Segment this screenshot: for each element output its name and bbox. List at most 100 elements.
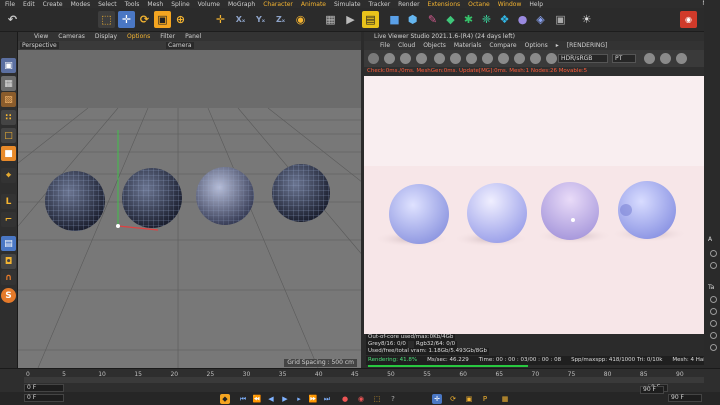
live-viewer-menu-item[interactable]: ▸: [556, 42, 559, 49]
tonemap-icon[interactable]: [644, 53, 655, 64]
select-tool-icon[interactable]: ⬚: [98, 11, 115, 28]
model-mode-icon[interactable]: ▦: [1, 76, 16, 91]
stop-render-icon[interactable]: [416, 53, 427, 64]
compare-icon[interactable]: [676, 53, 687, 64]
y-axis-icon[interactable]: Yₓ: [252, 11, 269, 28]
max-frame-field[interactable]: 90 F: [668, 394, 702, 402]
menu-item-modes[interactable]: Modes: [71, 1, 90, 8]
pick-material-icon[interactable]: [466, 53, 477, 64]
sphere-4[interactable]: [272, 164, 330, 222]
polygons-mode-icon[interactable]: ■: [1, 146, 16, 161]
magnet-icon[interactable]: ∩: [1, 270, 16, 285]
menu-item-tracker[interactable]: Tracker: [369, 1, 391, 8]
uv-mode-icon[interactable]: ⌖: [1, 168, 16, 183]
live-viewer-menu-item[interactable]: Cloud: [398, 42, 415, 49]
save-image-icon[interactable]: [514, 53, 525, 64]
octane-toolbar-icon[interactable]: ▤: [362, 11, 379, 28]
pause-render-icon[interactable]: [400, 53, 411, 64]
render-view[interactable]: [364, 76, 720, 334]
menu-item-mograph[interactable]: MoGraph: [228, 1, 255, 8]
current-frame-field[interactable]: 0 F: [24, 384, 64, 392]
next-frame-icon[interactable]: ▸: [294, 394, 304, 404]
mograph-icon[interactable]: ❖: [496, 11, 513, 28]
menu-item-volume[interactable]: Volume: [198, 1, 220, 8]
colorspace-select[interactable]: HDR/sRGB: [558, 54, 608, 63]
cube-icon[interactable]: ■: [386, 11, 403, 28]
live-viewer-menu-item[interactable]: Compare: [489, 42, 516, 49]
viewport-menu-panel[interactable]: Panel: [185, 33, 201, 40]
camera-icon[interactable]: ▣: [552, 11, 569, 28]
sphere-2[interactable]: [122, 168, 182, 228]
move-snap-icon[interactable]: ✛: [212, 11, 229, 28]
attribute-dot-icon[interactable]: [710, 296, 717, 303]
menu-item-file[interactable]: File: [5, 1, 15, 8]
attributes-tab[interactable]: A: [708, 236, 712, 243]
attribute-dot-icon[interactable]: [710, 320, 717, 327]
undo-icon[interactable]: ↶: [4, 11, 21, 28]
viewport-menu-filter[interactable]: Filter: [160, 33, 175, 40]
help-icon[interactable]: [546, 53, 557, 64]
live-viewer-menu-item[interactable]: Materials: [454, 42, 482, 49]
snap-icon[interactable]: ⌐: [1, 212, 16, 227]
attribute-dot-icon[interactable]: [710, 344, 717, 351]
key-pla-icon[interactable]: ▦: [500, 394, 510, 404]
x-axis-icon[interactable]: Xₓ: [232, 11, 249, 28]
menu-item-tools[interactable]: Tools: [125, 1, 140, 8]
menu-item-spline[interactable]: Spline: [171, 1, 189, 8]
viewport-label[interactable]: Perspective: [20, 42, 59, 49]
viewport-menu-options[interactable]: Options: [127, 33, 150, 40]
menu-item-character[interactable]: Character: [263, 1, 293, 8]
render-active-icon[interactable]: ▶: [342, 11, 359, 28]
viewport-menu-view[interactable]: View: [34, 33, 48, 40]
lock-icon[interactable]: ◘: [1, 254, 16, 269]
tags-tab[interactable]: Ta: [708, 284, 714, 291]
min-frame-field[interactable]: 0 F: [24, 394, 64, 402]
restart-render-icon[interactable]: [384, 53, 395, 64]
clay-mode-icon[interactable]: [434, 53, 445, 64]
last-frame-icon[interactable]: ⏭: [322, 394, 332, 404]
texture-mode-icon[interactable]: ▧: [1, 92, 16, 107]
attribute-dot-icon[interactable]: [710, 262, 717, 269]
tag-icon[interactable]: ◈: [532, 11, 549, 28]
menu-item-help[interactable]: Help: [529, 1, 543, 8]
3d-viewport[interactable]: Grid Spacing : 500 cm: [18, 50, 361, 368]
menu-item-extensions[interactable]: Extensions: [428, 1, 461, 8]
cloud-icon[interactable]: [660, 53, 671, 64]
move-tool-icon[interactable]: ✛: [118, 11, 135, 28]
focus-picker-icon[interactable]: [498, 53, 509, 64]
menu-item-octane[interactable]: Octane: [468, 1, 490, 8]
attribute-dot-icon[interactable]: [710, 250, 717, 257]
record-icon[interactable]: ●: [340, 394, 350, 404]
key-position-icon[interactable]: ✛: [432, 394, 442, 404]
menu-item-select[interactable]: Select: [98, 1, 117, 8]
menu-item-edit[interactable]: Edit: [23, 1, 35, 8]
array-icon[interactable]: ✱: [460, 11, 477, 28]
prev-frame-icon[interactable]: ◀: [266, 394, 276, 404]
kernel-select[interactable]: PT: [612, 54, 636, 63]
camera-label[interactable]: Camera: [166, 42, 194, 49]
octane-logo-icon[interactable]: ◉: [680, 11, 697, 28]
scale-tool-icon[interactable]: ▣: [154, 11, 171, 28]
end-frame-field[interactable]: 90 F: [640, 386, 664, 394]
menu-item-window[interactable]: Window: [498, 1, 522, 8]
pen-icon[interactable]: ✎: [424, 11, 441, 28]
coordinate-system-icon[interactable]: ◉: [292, 11, 309, 28]
keyframe-icon[interactable]: ◆: [220, 394, 230, 404]
menu-item-animate[interactable]: Animate: [301, 1, 326, 8]
send-scene-icon[interactable]: [368, 53, 379, 64]
axis-tool-icon[interactable]: ⊕: [172, 11, 189, 28]
light-icon[interactable]: ☀: [578, 11, 595, 28]
region-render-icon[interactable]: [450, 53, 461, 64]
settings-gear-icon[interactable]: [530, 53, 541, 64]
menu-item-mesh[interactable]: Mesh: [147, 1, 163, 8]
subdivision-icon[interactable]: ◆: [442, 11, 459, 28]
live-viewer-menu-item[interactable]: Objects: [423, 42, 446, 49]
s-script-icon[interactable]: S: [1, 288, 16, 303]
z-axis-icon[interactable]: Zₓ: [272, 11, 289, 28]
axis-mode-icon[interactable]: L: [1, 194, 16, 209]
prev-key-icon[interactable]: ⏪: [252, 394, 262, 404]
viewport-menu-display[interactable]: Display: [95, 33, 117, 40]
edges-mode-icon[interactable]: □: [1, 128, 16, 143]
rotate-tool-icon[interactable]: ⟳: [136, 11, 153, 28]
viewport-menu-cameras[interactable]: Cameras: [58, 33, 85, 40]
